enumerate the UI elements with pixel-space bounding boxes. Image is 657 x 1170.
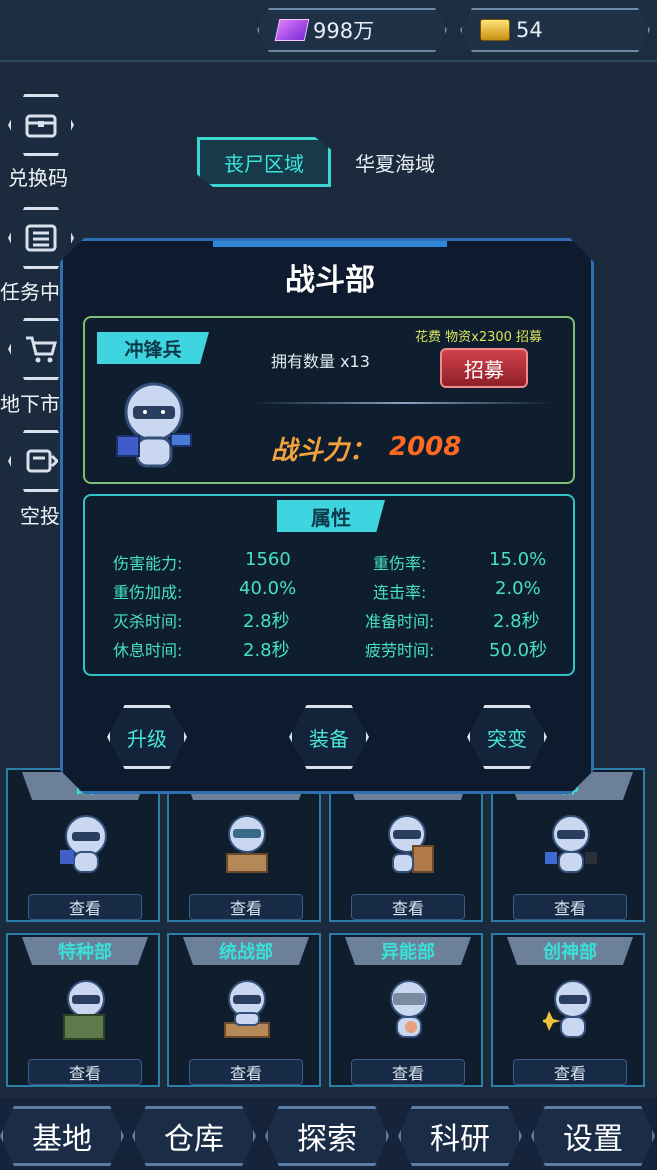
attr-value: 2.8秒 — [243, 640, 290, 661]
view-button[interactable]: 查看 — [351, 1059, 465, 1085]
soldier-avatar-icon — [60, 815, 107, 873]
nav-settings[interactable]: 设置 — [531, 1106, 655, 1166]
gold-counter[interactable]: 54 — [460, 8, 650, 52]
divider — [253, 402, 553, 404]
attr-label: 疲劳时间: — [365, 641, 435, 660]
power-label: 战斗力： — [271, 436, 376, 466]
view-button[interactable]: 查看 — [513, 894, 627, 920]
unit-card: 冲锋兵 拥有数量 x13 花费 物资x2300 招募 招募 战斗力： 2008 — [83, 316, 575, 484]
recruit-cost: 花费 物资x2300 招募 — [415, 330, 543, 345]
view-button[interactable]: 查看 — [28, 894, 142, 920]
gem-icon — [275, 19, 310, 41]
attr-label: 连击率: — [373, 583, 427, 602]
mutate-button[interactable]: 突变 — [467, 705, 547, 769]
view-button[interactable]: 查看 — [351, 894, 465, 920]
nav-research[interactable]: 科研 — [398, 1106, 522, 1166]
attr-value: 1560 — [245, 549, 291, 570]
redeem-code-button[interactable] — [8, 94, 74, 156]
soldier-avatar-icon — [388, 815, 434, 873]
dept-name: 特种部 — [22, 937, 148, 965]
modal-title: 战斗部 — [285, 263, 375, 298]
dept-card-psionic[interactable]: 异能部 查看 — [329, 933, 483, 1087]
battle-dept-modal: 战斗部 冲锋兵 拥有数量 x13 花费 物资x2300 招募 招募 战斗力： 2… — [60, 238, 594, 794]
tab-zombie-zone[interactable]: 丧尸区域 — [197, 137, 331, 187]
attr-label: 准备时间: — [365, 612, 435, 631]
gold-bar-icon — [480, 19, 510, 41]
airdrop-label: 空投 — [20, 504, 60, 528]
tab-huaxia-sea[interactable]: 华夏海域 — [355, 148, 435, 177]
attr-value: 2.8秒 — [493, 611, 540, 632]
attr-label: 灭杀时间: — [113, 612, 183, 631]
soldier-avatar-icon — [543, 980, 592, 1038]
gold-amount: 54 — [516, 18, 543, 42]
view-button[interactable]: 查看 — [28, 1059, 142, 1085]
soldier-avatar-icon — [226, 815, 268, 873]
upgrade-button[interactable]: 升级 — [107, 705, 187, 769]
soldier-avatar-icon — [545, 815, 597, 873]
dept-card-united-front[interactable]: 统战部 查看 — [167, 933, 321, 1087]
attr-value: 50.0秒 — [489, 640, 548, 661]
list-icon — [25, 224, 57, 252]
black-market-label: 地下市 — [0, 392, 60, 416]
owned-count: 拥有数量 x13 — [271, 352, 370, 371]
view-button[interactable]: 查看 — [513, 1059, 627, 1085]
soldier-avatar-icon — [224, 980, 270, 1038]
unit-name: 冲锋兵 — [97, 332, 209, 364]
nav-base[interactable]: 基地 — [0, 1106, 124, 1166]
diamond-amount: 998万 — [313, 19, 375, 43]
view-button[interactable]: 查看 — [189, 1059, 303, 1085]
attributes-title: 属性 — [277, 500, 385, 532]
attr-label: 休息时间: — [113, 641, 183, 660]
dept-name: 统战部 — [183, 937, 309, 965]
nav-explore[interactable]: 探索 — [265, 1106, 389, 1166]
nav-warehouse[interactable]: 仓库 — [132, 1106, 256, 1166]
cart-icon — [26, 336, 57, 363]
dept-card-god-creation[interactable]: 创神部 查看 — [491, 933, 645, 1087]
attr-label: 伤害能力: — [113, 554, 183, 573]
attr-value: 2.8秒 — [243, 611, 290, 632]
dept-card-special-forces[interactable]: 特种部 查看 — [6, 933, 160, 1087]
dept-name: 创神部 — [507, 937, 633, 965]
dept-name: 异能部 — [345, 937, 471, 965]
attr-label: 重伤加成: — [113, 583, 183, 602]
attributes-card: 属性 伤害能力: 1560 重伤率: 15.0% 重伤加成: 40.0% 连击率… — [83, 494, 575, 676]
modal-title-bar — [213, 241, 447, 247]
chest-icon — [25, 114, 57, 138]
attr-label: 重伤率: — [373, 554, 427, 573]
attr-value: 40.0% — [239, 578, 297, 599]
power-value: 2008 — [389, 432, 462, 462]
attr-value: 2.0% — [495, 578, 541, 599]
redeem-code-label: 兑换码 — [8, 166, 68, 190]
soldier-avatar-icon — [390, 980, 428, 1038]
assault-soldier-avatar-icon — [111, 376, 197, 472]
task-center-label: 任务中 — [0, 280, 60, 304]
attr-value: 15.0% — [489, 549, 547, 570]
equip-button[interactable]: 装备 — [289, 705, 369, 769]
soldier-avatar-icon — [63, 980, 105, 1040]
view-button[interactable]: 查看 — [189, 894, 303, 920]
airdrop-icon — [26, 449, 58, 473]
diamond-counter[interactable]: 998万 — [257, 8, 447, 52]
recruit-button[interactable]: 招募 — [440, 348, 528, 388]
